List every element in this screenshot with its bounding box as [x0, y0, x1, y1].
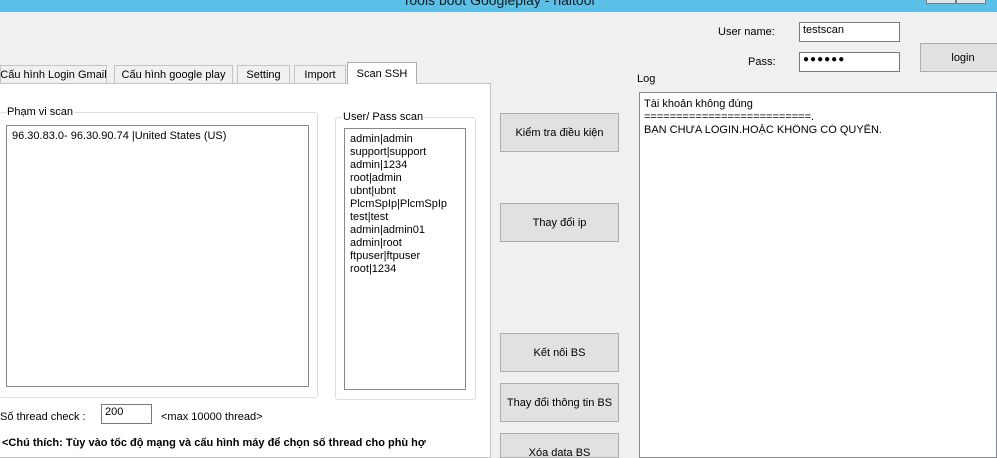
delete-bs-data-button[interactable]: Xóa data BS [500, 433, 619, 458]
tab-import[interactable]: Import [294, 65, 346, 83]
range-group: Phạm vi scan 96.30.83.0- 96.30.90.74 |Un… [0, 106, 318, 398]
tab-scan-ssh[interactable]: Scan SSH [347, 62, 417, 84]
minimize-button[interactable] [926, 0, 956, 4]
range-textarea[interactable]: 96.30.83.0- 96.30.90.74 |United States (… [6, 125, 309, 387]
password-input[interactable]: ●●●●●● [799, 52, 900, 72]
login-button[interactable]: login [920, 43, 997, 72]
userpass-line: admin|admin [350, 133, 413, 145]
range-group-title: Phạm vi scan [6, 106, 75, 118]
tab-setting[interactable]: Setting [237, 65, 290, 83]
userpass-line: admin|1234 [350, 159, 408, 171]
connect-bs-button[interactable]: Kết nối BS [500, 333, 619, 372]
userpass-line: root|admin [350, 172, 402, 184]
username-label: User name: [718, 26, 775, 38]
scan-ssh-panel: Phạm vi scan 96.30.83.0- 96.30.90.74 |Un… [0, 83, 491, 458]
title-bar: Tools boot Googleplay - haitool [0, 0, 997, 12]
window-title: Tools boot Googleplay - haitool [402, 0, 595, 8]
log-line: Tài khoản không đúng [644, 98, 753, 110]
thread-note: <Chú thích: Tùy vào tốc độ mạng và cấu h… [2, 437, 426, 449]
userpass-line: admin|root [350, 237, 402, 249]
change-ip-button[interactable]: Thay đổi ip [500, 203, 619, 242]
userpass-line: PlcmSpIp|PlcmSpIp [350, 198, 448, 210]
password-label: Pass: [748, 56, 776, 68]
userpass-line: ubnt|ubnt [350, 185, 396, 197]
userpass-group: User/ Pass scan admin|admin support|supp… [335, 111, 476, 400]
change-bs-info-button[interactable]: Thay đổi thông tin BS [500, 383, 619, 422]
userpass-group-title: User/ Pass scan [342, 111, 425, 123]
userpass-line: test|test [350, 211, 389, 223]
check-conditions-button[interactable]: Kiểm tra điều kiện [500, 113, 619, 152]
tab-login-gmail[interactable]: Cấu hình Login Gmail [0, 65, 107, 83]
userpass-textarea[interactable]: admin|admin support|support admin|1234 r… [344, 128, 466, 390]
userpass-line: support|support [350, 146, 427, 158]
username-input[interactable]: testscan [799, 22, 900, 42]
userpass-line: root|1234 [350, 263, 397, 275]
thread-input[interactable]: 200 [101, 404, 152, 424]
range-line: 96.30.83.0- 96.30.90.74 |United States (… [12, 130, 227, 142]
log-label: Log [637, 73, 656, 85]
tab-google-play[interactable]: Cấu hình google play [114, 65, 233, 83]
thread-max-label: <max 10000 thread> [161, 411, 263, 423]
userpass-line: ftpuser|ftpuser [350, 250, 421, 262]
log-line: BẠN CHƯA LOGIN.HOẶC KHÔNG CÓ QUYỀN. [644, 124, 882, 136]
log-textarea[interactable]: Tài khoản không đúng ===================… [639, 92, 997, 458]
userpass-line: admin|admin01 [350, 224, 426, 236]
thread-label: Số thread check : [0, 411, 86, 423]
maximize-button[interactable] [956, 0, 986, 4]
log-line: ==========================. [644, 111, 815, 123]
